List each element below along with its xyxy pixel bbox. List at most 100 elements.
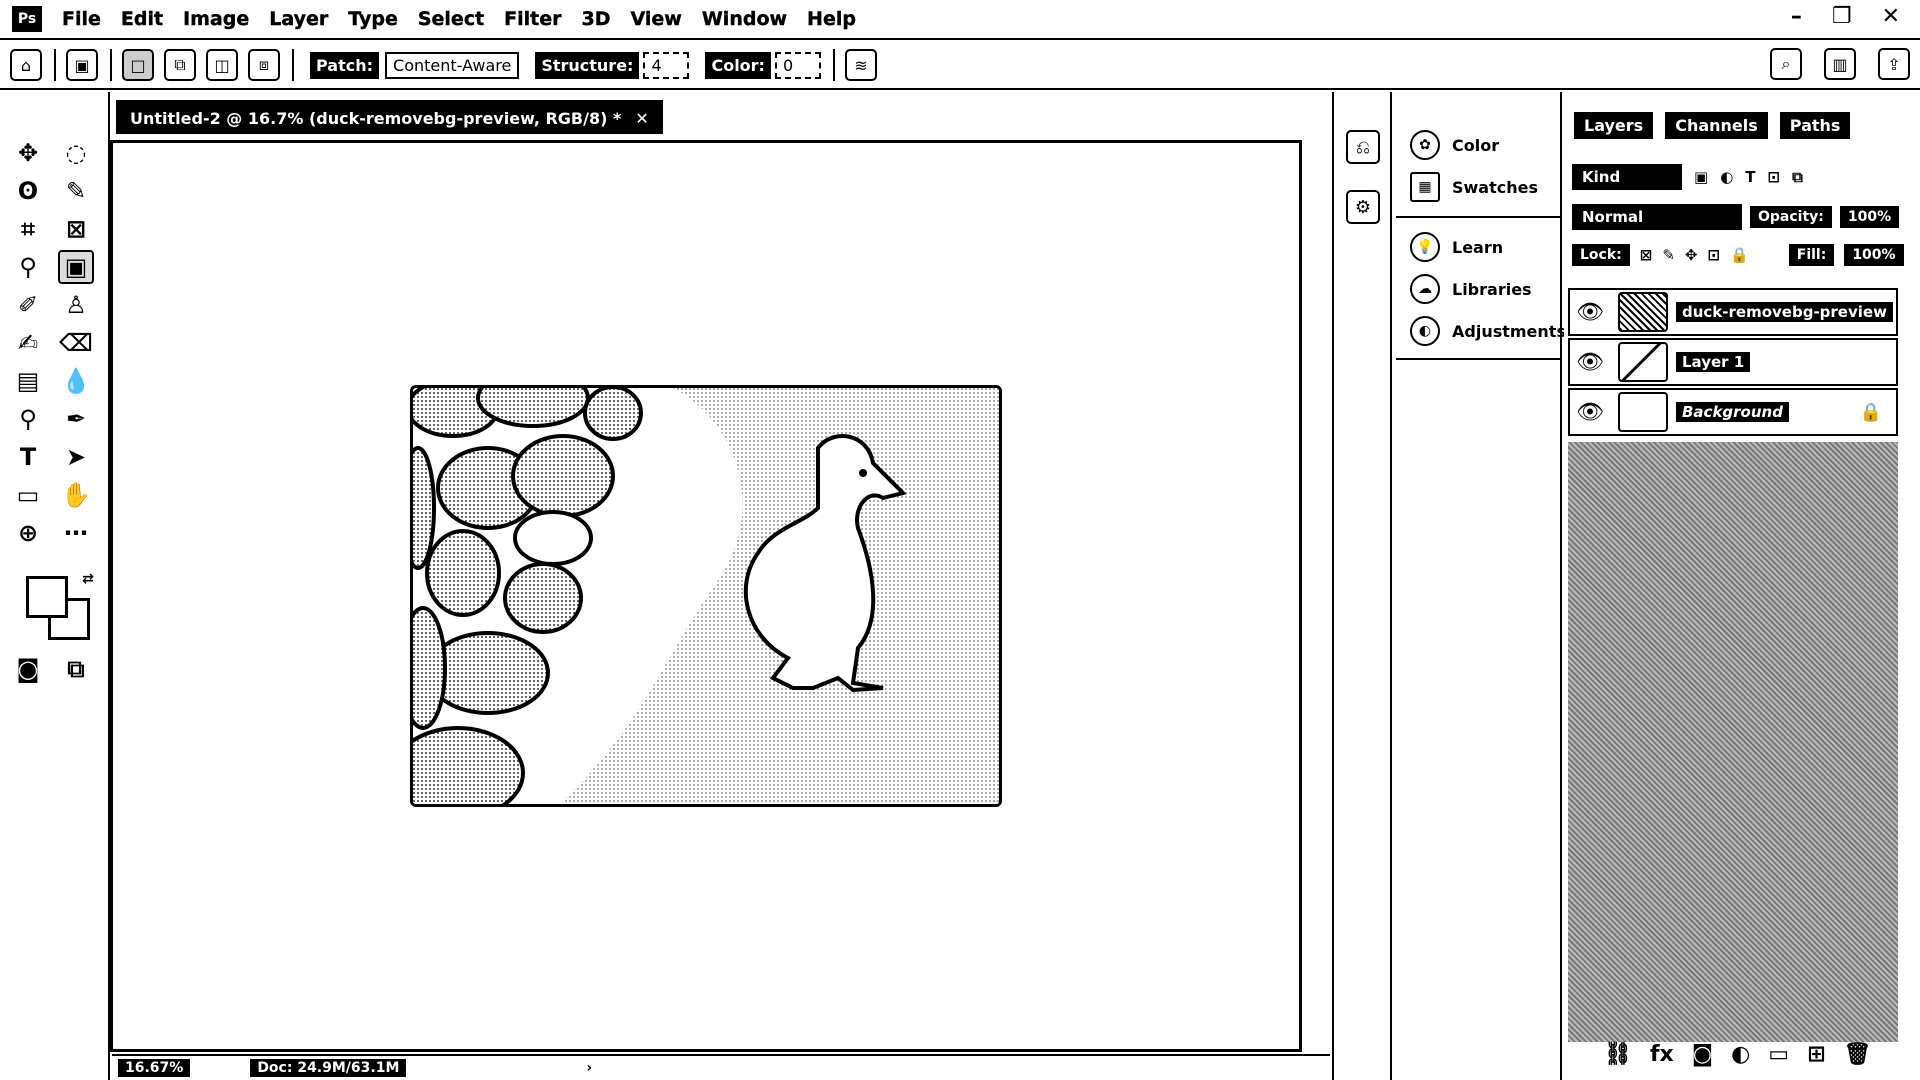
pen-tool-icon[interactable]: ✒ <box>58 402 94 436</box>
type-tool-icon[interactable]: T <box>10 440 46 474</box>
dodge-tool-icon[interactable]: ⚲ <box>10 402 46 436</box>
tab-layers[interactable]: Layers <box>1574 112 1654 139</box>
layer-row[interactable]: 👁 Background 🔒 <box>1568 388 1898 436</box>
duck-image[interactable] <box>410 385 1002 807</box>
fx-icon[interactable]: fx <box>1650 1042 1674 1067</box>
eyedropper-tool-icon[interactable]: ⚲ <box>10 250 46 284</box>
patch-mode-select[interactable]: Content-Aware <box>385 51 520 79</box>
adjustments-panel-button[interactable]: ◐ Adjustments <box>1410 316 1566 346</box>
menu-3d[interactable]: 3D <box>581 8 610 30</box>
menu-layer[interactable]: Layer <box>269 8 328 30</box>
workspace-icon[interactable]: ▥ <box>1824 48 1856 80</box>
lock-transparency-icon[interactable]: ⊠ <box>1640 246 1653 264</box>
search-icon[interactable]: ⌕ <box>1770 48 1802 80</box>
link-layers-icon[interactable]: ⛓ <box>1604 1042 1632 1067</box>
new-selection-icon[interactable]: □ <box>122 49 154 81</box>
eye-icon[interactable]: 👁 <box>1570 350 1610 375</box>
sample-all-layers-icon[interactable]: ≋ <box>844 49 877 81</box>
color-input[interactable]: 0 <box>774 51 821 79</box>
menu-type[interactable]: Type <box>348 8 398 30</box>
layer-name[interactable]: duck-removebg-preview <box>1676 302 1893 322</box>
new-group-icon[interactable]: ▭ <box>1768 1042 1789 1067</box>
marquee-tool-icon[interactable]: ◌ <box>58 136 94 170</box>
tab-channels[interactable]: Channels <box>1665 112 1768 139</box>
frame-tool-icon[interactable]: ⊠ <box>58 212 94 246</box>
swap-colors-icon[interactable]: ⇄ <box>70 562 106 596</box>
lock-all-icon[interactable]: 🔒 <box>1730 246 1749 264</box>
share-icon[interactable]: ⇪ <box>1878 48 1910 80</box>
document-tab-close-icon[interactable]: ✕ <box>635 109 648 128</box>
brush-tool-icon[interactable]: ✐ <box>10 288 46 322</box>
home-icon[interactable]: ⌂ <box>10 49 42 81</box>
rectangle-tool-icon[interactable]: ▭ <box>10 478 46 512</box>
layer-row[interactable]: 👁 duck-removebg-preview <box>1568 288 1898 336</box>
move-tool-icon[interactable]: ✥ <box>10 136 46 170</box>
menu-view[interactable]: View <box>630 8 682 30</box>
new-layer-icon[interactable]: ⊞ <box>1807 1042 1825 1067</box>
subtract-from-selection-icon[interactable]: ◫ <box>206 49 238 81</box>
lock-artboard-icon[interactable]: ⊡ <box>1707 246 1720 264</box>
minimize-button[interactable]: – <box>1791 4 1802 29</box>
clone-stamp-tool-icon[interactable]: ♙ <box>58 288 94 322</box>
zoom-tool-icon[interactable]: ⊕ <box>10 516 46 550</box>
history-brush-tool-icon[interactable]: ✍ <box>10 326 46 360</box>
filter-adjustment-icon[interactable]: ◐ <box>1720 168 1733 186</box>
menu-filter[interactable]: Filter <box>504 8 562 30</box>
lock-position-icon[interactable]: ✥ <box>1685 246 1698 264</box>
filter-type-icon[interactable]: T <box>1745 168 1755 186</box>
menu-help[interactable]: Help <box>807 8 856 30</box>
eye-icon[interactable]: 👁 <box>1570 300 1610 325</box>
swatches-panel-button[interactable]: ▦ Swatches <box>1410 172 1538 202</box>
properties-panel-icon[interactable]: ⚙ <box>1346 190 1380 224</box>
filter-pixel-icon[interactable]: ▣ <box>1694 168 1708 186</box>
restore-button[interactable]: ❐ <box>1832 4 1852 29</box>
layer-row[interactable]: 👁 Layer 1 <box>1568 338 1898 386</box>
layer-name[interactable]: Layer 1 <box>1676 352 1751 372</box>
divider <box>1396 358 1560 360</box>
eraser-tool-icon[interactable]: ⌫ <box>58 326 94 360</box>
menu-edit[interactable]: Edit <box>121 8 164 30</box>
color-panel-button[interactable]: ✿ Color <box>1410 130 1499 160</box>
libraries-panel-button[interactable]: ☁ Libraries <box>1410 274 1532 304</box>
tab-paths[interactable]: Paths <box>1779 112 1851 139</box>
lock-pixels-icon[interactable]: ✎ <box>1662 246 1675 264</box>
more-tools-icon[interactable]: ⋯ <box>58 516 94 550</box>
blend-mode-select[interactable]: Normal <box>1572 204 1742 230</box>
blur-tool-icon[interactable]: 💧 <box>58 364 94 398</box>
menu-image[interactable]: Image <box>183 8 250 30</box>
patch-tool-icon[interactable]: ▣ <box>58 250 94 284</box>
gradient-tool-icon[interactable]: ▤ <box>10 364 46 398</box>
intersect-selection-icon[interactable]: ⧈ <box>248 49 280 81</box>
history-panel-icon[interactable]: ⎌ <box>1346 130 1380 164</box>
filter-kind-select[interactable]: Kind <box>1572 164 1682 190</box>
foreground-color-swatch[interactable] <box>26 576 68 618</box>
menu-select[interactable]: Select <box>418 8 485 30</box>
opacity-input[interactable]: 100% <box>1839 206 1900 228</box>
color-label: Color: <box>705 51 771 79</box>
menu-window[interactable]: Window <box>702 8 788 30</box>
quick-selection-tool-icon[interactable]: ✎ <box>58 174 94 208</box>
add-mask-icon[interactable]: ◙ <box>1692 1042 1713 1067</box>
crop-tool-icon[interactable]: ⌗ <box>10 212 46 246</box>
lasso-tool-icon[interactable]: ʘ <box>10 174 46 208</box>
filter-smart-object-icon[interactable]: ⧉ <box>1792 168 1803 186</box>
layer-name[interactable]: Background <box>1676 402 1789 422</box>
close-button[interactable]: ✕ <box>1882 4 1900 29</box>
learn-panel-button[interactable]: 💡 Learn <box>1410 232 1503 262</box>
patch-tool-preset-icon[interactable]: ▣ <box>66 49 98 81</box>
quick-mask-icon[interactable]: ◙ <box>10 652 46 686</box>
status-arrow-icon[interactable]: › <box>586 1060 592 1076</box>
new-adjustment-icon[interactable]: ◐ <box>1731 1042 1750 1067</box>
eye-icon[interactable]: 👁 <box>1570 400 1610 425</box>
document-tab[interactable]: Untitled-2 @ 16.7% (duck-removebg-previe… <box>116 100 663 134</box>
hand-tool-icon[interactable]: ✋ <box>58 478 94 512</box>
add-to-selection-icon[interactable]: ⧉ <box>164 49 196 81</box>
delete-layer-icon[interactable]: 🗑 <box>1844 1042 1872 1067</box>
path-selection-tool-icon[interactable]: ➤ <box>58 440 94 474</box>
menu-file[interactable]: File <box>62 8 101 30</box>
screen-mode-icon[interactable]: ⧉ <box>58 652 94 686</box>
fill-input[interactable]: 100% <box>1844 244 1904 266</box>
filter-shape-icon[interactable]: ⊡ <box>1768 168 1781 186</box>
structure-input[interactable]: 4 <box>643 51 690 79</box>
zoom-level[interactable]: 16.67% <box>118 1059 191 1077</box>
